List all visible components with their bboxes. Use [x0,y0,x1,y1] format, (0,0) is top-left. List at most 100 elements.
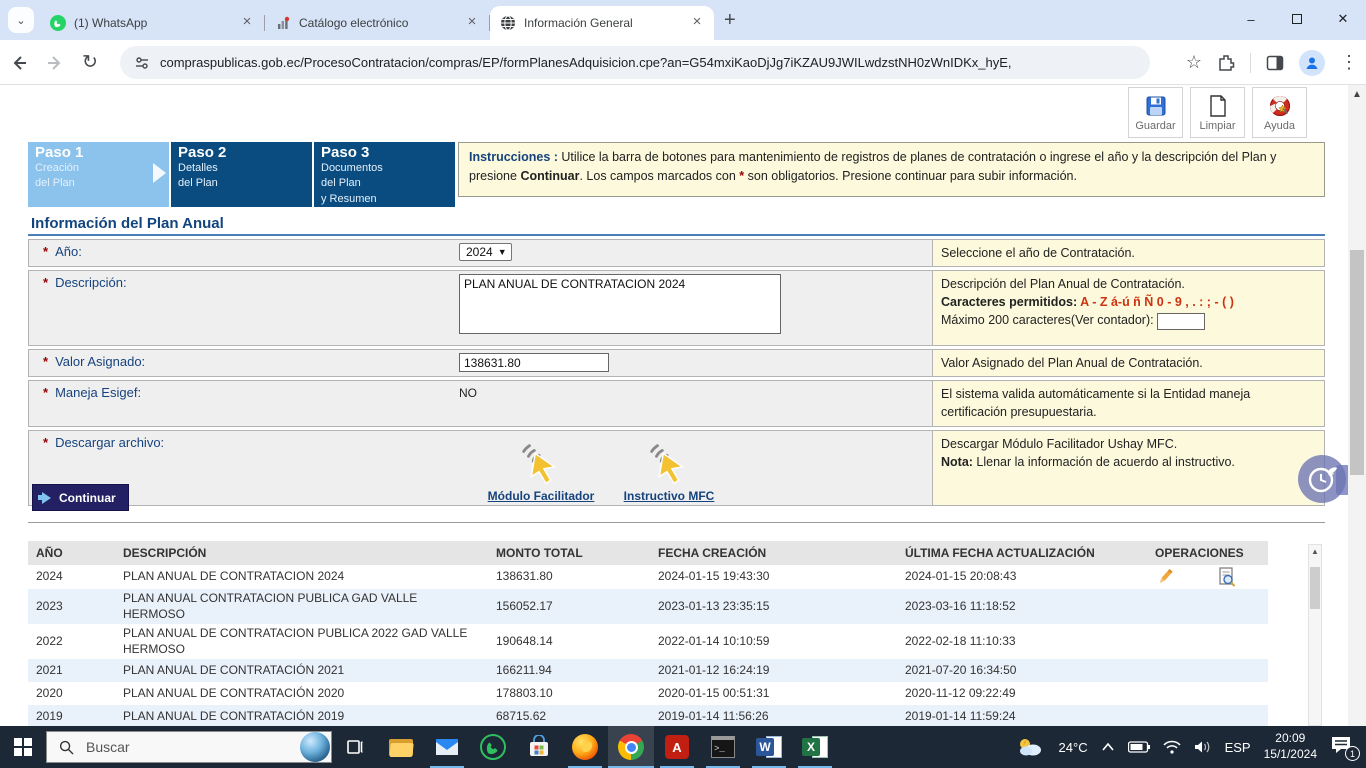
cell-year: 2020 [28,684,115,704]
cell-monto: 156052.17 [488,597,650,617]
cell-created: 2019-01-14 11:56:26 [650,707,897,727]
page-scrollbar-thumb[interactable] [1350,250,1364,475]
form-row-valor: *Valor Asignado: Valor Asignado del Plan… [28,349,1325,377]
clear-button[interactable]: Limpiar [1190,87,1245,138]
tune-icon[interactable] [134,55,150,71]
tab-close-icon[interactable]: × [238,14,256,32]
clock-icon[interactable] [1298,455,1346,503]
tab-title: Información General [524,16,688,30]
taskbar-whatsapp[interactable] [470,726,516,768]
download-cursor-icon [644,438,694,488]
table-scrollbar-thumb[interactable] [1310,567,1320,609]
taskbar-word[interactable]: W [746,726,792,768]
required-icon: * [43,244,48,259]
tray-chevron-icon[interactable] [1101,742,1115,752]
taskbar: Buscar A [0,726,1366,768]
step-title: Paso 1 [35,144,169,161]
taskbar-store[interactable] [516,726,562,768]
form-title: Información del Plan Anual [28,212,1325,236]
cell-monto: 178803.10 [488,684,650,704]
menu-kebab-icon[interactable]: ⋮ [1340,52,1358,73]
restore-button[interactable] [1274,0,1320,38]
valor-input[interactable] [459,353,609,372]
tab-title: Catálogo electrónico [299,16,463,30]
tab-close-icon[interactable]: × [463,14,481,32]
tab-catalogo[interactable]: Catálogo electrónico × [265,6,489,40]
address-bar[interactable]: compraspublicas.gob.ec/ProcesoContrataci… [120,46,1150,79]
language-label[interactable]: ESP [1225,740,1251,755]
scroll-up-icon[interactable]: ▲ [1348,85,1366,100]
clock-datetime[interactable]: 20:09 15/1/2024 [1264,731,1317,762]
continuar-button[interactable]: Continuar [32,484,129,511]
globe-favicon-icon [500,15,516,31]
taskbar-firefox[interactable] [562,726,608,768]
taskbar-explorer[interactable] [378,726,424,768]
profile-avatar-icon[interactable] [1299,50,1325,76]
chevron-down-icon: ▼ [498,247,507,257]
edit-pencil-icon[interactable] [1155,567,1175,587]
page-content: Guardar Limpiar Ayuda Paso 1 Creacióndel… [0,85,1346,726]
table-row[interactable]: 2019PLAN ANUAL DE CONTRATACIÓN 201968715… [28,705,1268,728]
instructions-box: Instrucciones : Utilice la barra de boto… [458,142,1325,197]
start-button[interactable] [0,726,46,768]
step-title: Paso 3 [321,144,455,161]
cell-monto: 166211.94 [488,661,650,681]
table-row[interactable]: 2020PLAN ANUAL DE CONTRATACIÓN 202017880… [28,682,1268,705]
modulo-facilitador-download[interactable]: Módulo Facilitador [485,438,597,503]
wifi-icon[interactable] [1163,740,1181,754]
tab-informacion-general[interactable]: Información General × [490,6,714,40]
notification-button[interactable]: 1 [1330,735,1356,759]
view-document-icon[interactable] [1217,567,1237,587]
cell-updated: 2023-03-16 11:18:52 [897,597,1147,617]
cell-year: 2023 [28,597,115,617]
explorer-icon [389,736,414,758]
cell-updated: 2021-07-20 16:34:50 [897,661,1147,681]
col-descripcion: DESCRIPCIÓN [115,541,488,565]
temperature-label[interactable]: 24°C [1059,740,1088,755]
weather-icon[interactable] [1016,736,1046,758]
instructivo-mfc-link[interactable]: Instructivo MFC [624,489,715,503]
taskbar-search[interactable]: Buscar [46,731,332,763]
table-row[interactable]: 2024PLAN ANUAL DE CONTRATACION 202413863… [28,565,1268,589]
help-button[interactable]: Ayuda [1252,87,1307,138]
modulo-facilitador-link[interactable]: Módulo Facilitador [488,489,595,503]
tab-search-button[interactable]: ⌄ [8,7,34,33]
save-button[interactable]: Guardar [1128,87,1183,138]
taskbar-terminal[interactable]: >_ [700,726,746,768]
search-highlight-image[interactable] [300,732,330,762]
task-view-button[interactable] [332,726,378,768]
table-row[interactable]: 2021PLAN ANUAL DE CONTRATACIÓN 202116621… [28,659,1268,682]
extensions-icon[interactable] [1217,54,1235,72]
table-row[interactable]: 2023PLAN ANUAL CONTRATACION PUBLICA GAD … [28,589,1268,624]
battery-icon[interactable] [1128,741,1150,753]
descargar-help: Descargar Módulo Facilitador Ushay MFC. … [932,431,1324,505]
forward-icon[interactable] [46,54,64,72]
year-select[interactable]: 2024▼ [459,243,512,261]
url-text: compraspublicas.gob.ec/ProcesoContrataci… [160,55,1012,70]
side-panel-icon[interactable] [1266,54,1284,72]
floating-clock-widget[interactable] [1298,455,1350,507]
volume-icon[interactable] [1194,740,1212,754]
search-placeholder: Buscar [86,739,300,755]
taskbar-chrome[interactable] [608,726,654,768]
bookmark-star-icon[interactable]: ☆ [1186,52,1202,73]
tab-whatsapp[interactable]: (1) WhatsApp × [40,6,264,40]
back-icon[interactable] [10,54,28,72]
form-row-descargar: *Descargar archivo: Módulo Facilitador I… [28,430,1325,506]
instructivo-mfc-download[interactable]: Instructivo MFC [613,438,725,503]
form-row-anio: *Año: 2024▼ Seleccione el año de Contrat… [28,239,1325,267]
taskbar-acrobat[interactable]: A [654,726,700,768]
counter-input[interactable] [1157,313,1205,330]
table-row[interactable]: 2022PLAN ANUAL DE CONTRATACION PUBLICA 2… [28,624,1268,659]
descripcion-textarea[interactable]: PLAN ANUAL DE CONTRATACION 2024 [459,274,781,334]
page-scrollbar[interactable]: ▲ [1348,85,1366,768]
minimize-button[interactable]: – [1228,0,1274,38]
taskbar-mail[interactable] [424,726,470,768]
scroll-up-icon[interactable]: ▲ [1309,545,1321,556]
reload-icon[interactable]: ↻ [82,51,98,74]
close-button[interactable]: ✕ [1320,0,1366,38]
taskbar-excel[interactable]: X [792,726,838,768]
tab-close-icon[interactable]: × [688,14,706,32]
new-tab-button[interactable]: + [724,9,736,32]
cell-updated: 2019-01-14 11:59:24 [897,707,1147,727]
